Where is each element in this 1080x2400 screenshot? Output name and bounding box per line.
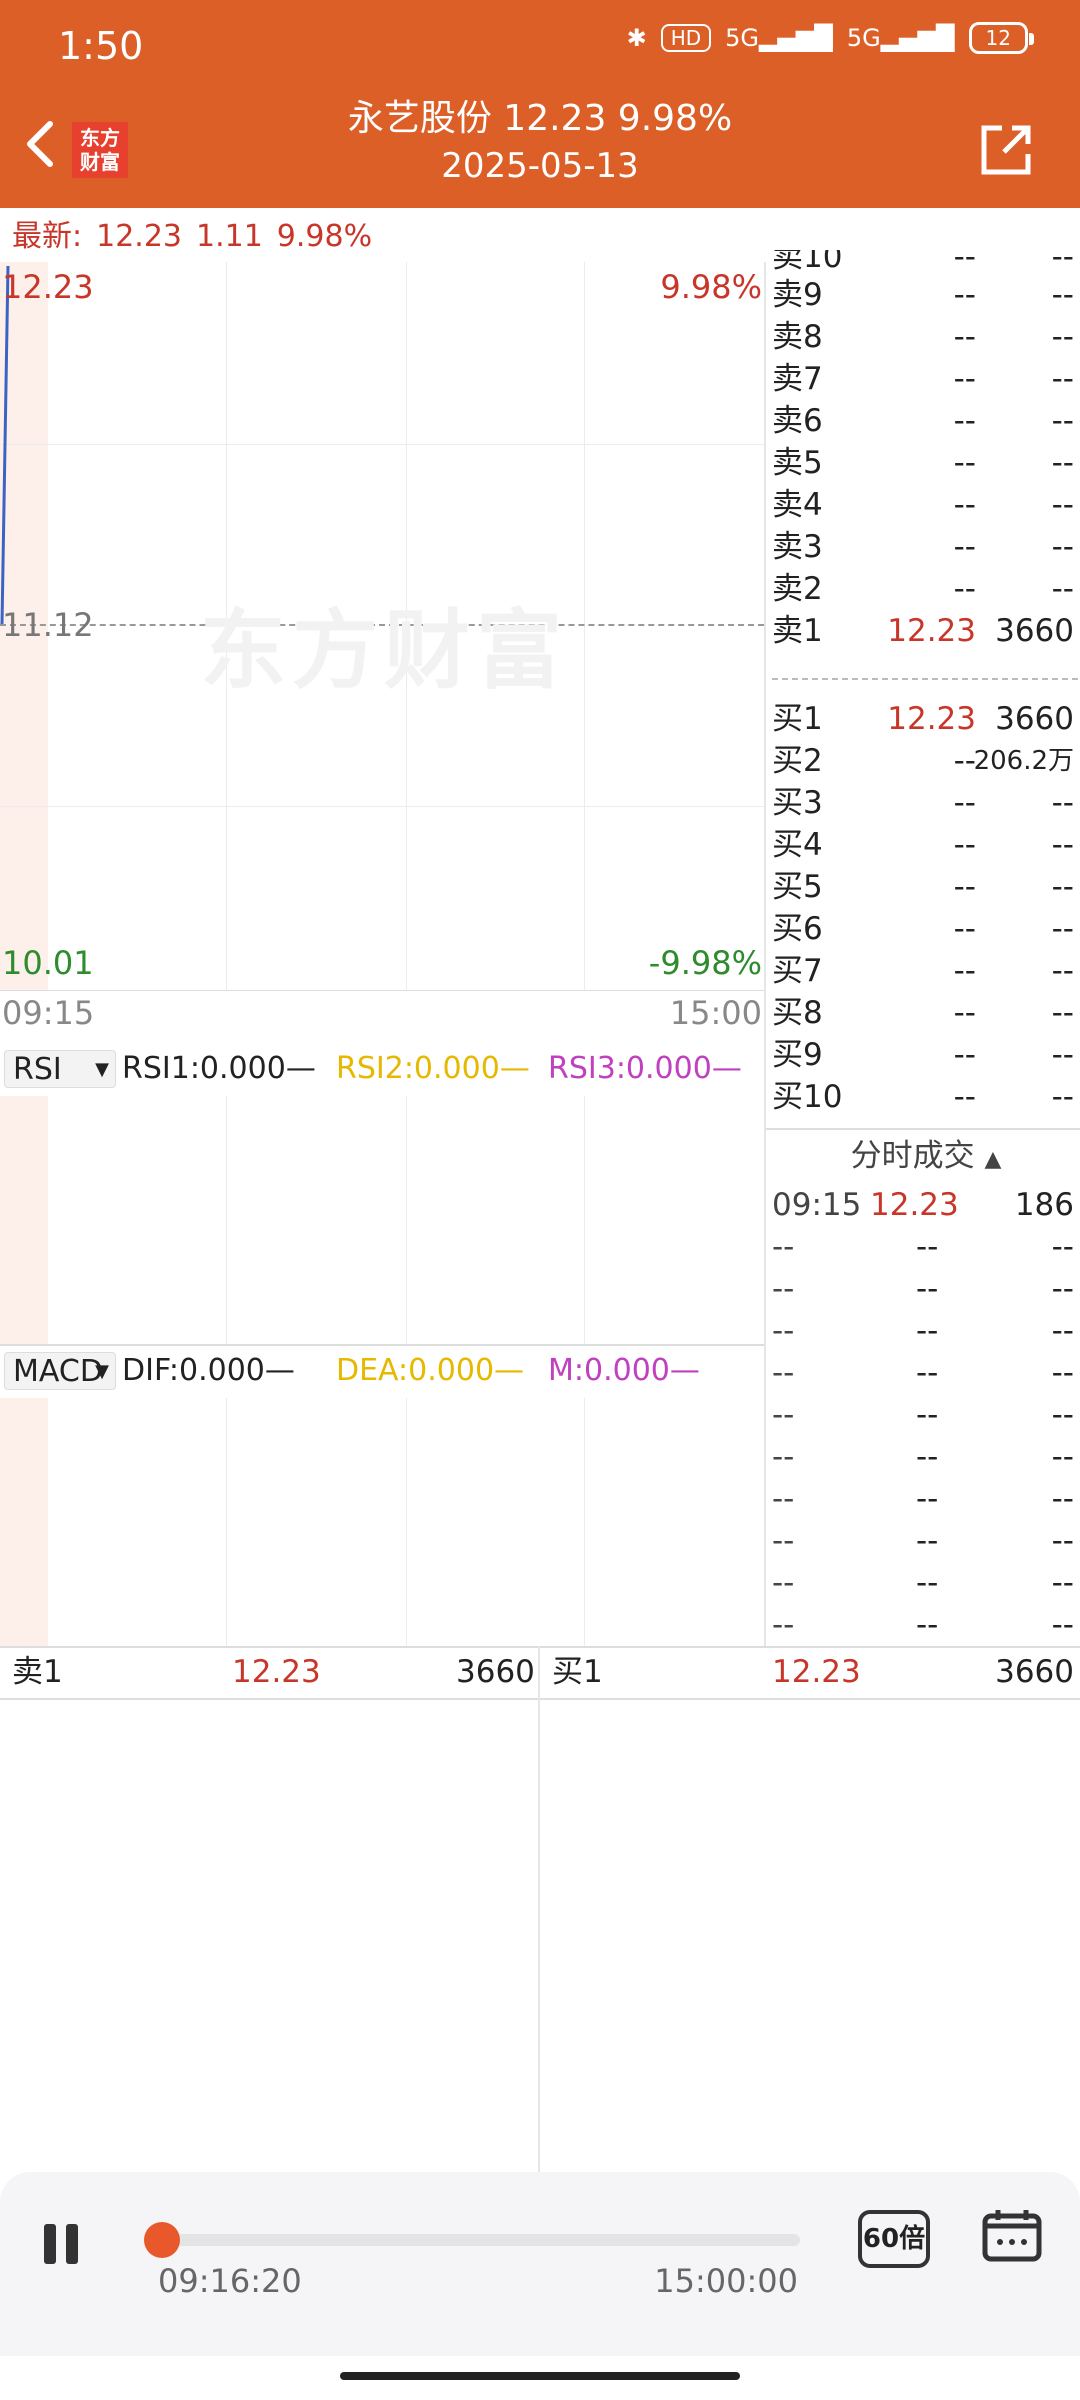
buy-row: 买7 -- -- bbox=[772, 953, 1074, 989]
latest-pct: 9.98% bbox=[276, 219, 373, 254]
rsi2-value: RSI2:0.000— bbox=[336, 1051, 530, 1086]
buy-row: 买4 -- -- bbox=[772, 827, 1074, 863]
trade-row: -- -- -- bbox=[772, 1397, 1074, 1433]
macd-bar: MACD ▼ DIF:0.000— DEA:0.000— M:0.000— bbox=[0, 1346, 764, 1396]
share-icon[interactable] bbox=[976, 120, 1036, 180]
page-title: 永艺股份 12.23 9.98% bbox=[347, 98, 733, 139]
time-axis: 09:15 15:00 bbox=[0, 990, 764, 1036]
best-buy-label: 买1 bbox=[552, 1654, 603, 1690]
trade-row: 09:15 12.23 186 bbox=[772, 1187, 1074, 1223]
macd-panel bbox=[0, 1398, 764, 1648]
hd-badge: HD bbox=[660, 24, 712, 52]
trade-row: -- -- -- bbox=[772, 1229, 1074, 1265]
panel-divider bbox=[764, 262, 766, 1646]
buy-row: 买2 -- 206.2万 bbox=[772, 743, 1074, 779]
best-quote-row: 卖1 12.23 3660 买1 12.23 3660 bbox=[0, 1646, 1080, 1700]
buy-book: 买1 12.23 3660 买2 -- 206.2万 买3 -- -- 买4 -- -- 买5-… bbox=[772, 698, 1080, 1118]
latest-quote: 最新: 12.23 1.11 9.98% bbox=[12, 210, 386, 264]
rsi3-value: RSI3:0.000— bbox=[548, 1051, 742, 1086]
title-bar: 东方财富 永艺股份 12.23 9.98% 2025-05-13 bbox=[0, 96, 1080, 208]
intraday-chart[interactable]: 东方财富 12.23 9.98% 11.12 10.01 -9.98% bbox=[0, 262, 764, 991]
buy-row: 买3 -- -- bbox=[772, 785, 1074, 821]
trade-row: -- -- -- bbox=[772, 1481, 1074, 1517]
axis-low-pct: -9.98% bbox=[648, 944, 762, 982]
trades-title[interactable]: 分时成交 ▲ bbox=[772, 1130, 1080, 1175]
sell-row: 卖6 -- -- bbox=[772, 403, 1074, 439]
buy-row: 买10 -- -- bbox=[772, 1079, 1074, 1115]
sell-row: 卖5 -- -- bbox=[772, 445, 1074, 481]
home-indicator[interactable] bbox=[340, 2372, 740, 2380]
replay-player: 09:16:20 15:00:00 60倍 bbox=[0, 2172, 1080, 2356]
buy-row-1: 买1 12.23 3660 bbox=[772, 701, 1074, 737]
sort-up-icon: ▲ bbox=[984, 1147, 1002, 1172]
buy-row: 买9 -- -- bbox=[772, 1037, 1074, 1073]
sell-book: 卖10 -- -- 卖9 -- -- 卖8 -- -- 卖7 -- -- 卖6 -- -- 卖5 --… bbox=[772, 250, 1080, 652]
latest-label: 最新: bbox=[12, 219, 83, 254]
sell-row: 卖9 -- -- bbox=[772, 277, 1074, 313]
rsi1-value: RSI1:0.000— bbox=[122, 1051, 316, 1086]
rsi-panel bbox=[0, 1096, 764, 1346]
trade-row: -- -- -- bbox=[772, 1523, 1074, 1559]
best-sell-label: 卖1 bbox=[12, 1654, 63, 1690]
end-time: 15:00:00 bbox=[654, 2262, 798, 2300]
app-header: 1:50 ✱ HD 5G▂▄▆█ 5G▂▄▆█ 12 东方财富 永艺股份 12.… bbox=[0, 0, 1080, 208]
best-sell-price: 12.23 bbox=[232, 1654, 321, 1690]
dif-value: DIF:0.000— bbox=[122, 1353, 295, 1388]
speed-button[interactable]: 60倍 bbox=[858, 2210, 930, 2268]
best-buy-vol: 3660 bbox=[995, 1654, 1074, 1690]
current-time: 09:16:20 bbox=[158, 2262, 302, 2300]
page-date: 2025-05-13 bbox=[441, 146, 639, 186]
sell-row: 卖3 -- -- bbox=[772, 529, 1074, 565]
latest-change: 1.11 bbox=[196, 219, 263, 254]
trade-row: -- -- -- bbox=[772, 1607, 1074, 1643]
axis-high: 12.23 bbox=[2, 268, 94, 306]
signal-5g-icon-2: 5G▂▄▆█ bbox=[846, 24, 955, 52]
trade-row: -- -- -- bbox=[772, 1439, 1074, 1475]
time-end: 15:00 bbox=[669, 994, 762, 1032]
sell-row: 卖8 -- -- bbox=[772, 319, 1074, 355]
axis-low: 10.01 bbox=[2, 944, 94, 982]
trade-row: -- -- -- bbox=[772, 1313, 1074, 1349]
signal-5g-icon: 5G▂▄▆█ bbox=[725, 24, 833, 52]
latest-price: 12.23 bbox=[96, 219, 182, 254]
watermark: 东方财富 bbox=[200, 601, 568, 701]
buy-row: 买5 -- -- bbox=[772, 869, 1074, 905]
dea-value: DEA:0.000— bbox=[336, 1353, 525, 1388]
m-value: M:0.000— bbox=[548, 1353, 700, 1388]
trade-row: -- -- -- bbox=[772, 1565, 1074, 1601]
battery-indicator: 12 bbox=[968, 22, 1035, 54]
bluetooth-icon: ✱ bbox=[626, 24, 647, 52]
best-buy-price: 12.23 bbox=[772, 1654, 861, 1690]
trade-row: -- -- -- bbox=[772, 1355, 1074, 1391]
book-separator bbox=[772, 678, 1078, 680]
pause-button[interactable] bbox=[44, 2224, 88, 2272]
status-icons: ✱ HD 5G▂▄▆█ 5G▂▄▆█ 12 bbox=[626, 22, 1035, 54]
status-bar: 1:50 ✱ HD 5G▂▄▆█ 5G▂▄▆█ 12 bbox=[0, 0, 1080, 96]
bottom-divider bbox=[538, 1646, 540, 2172]
progress-knob[interactable] bbox=[144, 2222, 180, 2258]
status-time: 1:50 bbox=[58, 24, 144, 68]
sell-row: 卖4 -- -- bbox=[772, 487, 1074, 523]
trade-row: -- -- -- bbox=[772, 1271, 1074, 1307]
axis-mid: 11.12 bbox=[2, 606, 94, 644]
sell-row: 卖2 -- -- bbox=[772, 571, 1074, 607]
progress-track[interactable] bbox=[160, 2234, 800, 2246]
rsi-bar: RSI ▼ RSI1:0.000— RSI2:0.000— RSI3:0.000— bbox=[0, 1044, 764, 1094]
axis-high-pct: 9.98% bbox=[660, 268, 762, 306]
rsi-selector[interactable]: RSI ▼ bbox=[4, 1050, 116, 1088]
sell-row-1: 卖1 12.23 3660 bbox=[772, 613, 1074, 649]
macd-selector[interactable]: MACD ▼ bbox=[4, 1352, 116, 1390]
grid-hline bbox=[0, 444, 764, 445]
buy-row: 买8 -- -- bbox=[772, 995, 1074, 1031]
buy-row: 买6 -- -- bbox=[772, 911, 1074, 947]
grid-hline bbox=[0, 806, 764, 807]
sell-row: 卖7 -- -- bbox=[772, 361, 1074, 397]
time-start: 09:15 bbox=[2, 994, 95, 1032]
grid-vline bbox=[584, 262, 585, 990]
sell-row-10: 卖10 -- -- bbox=[772, 250, 1074, 274]
trades-list: 09:15 12.23 186 -- -- -- -- -- -- -- -- -- -- -- -… bbox=[772, 1184, 1080, 1646]
best-sell-vol: 3660 bbox=[456, 1654, 535, 1690]
calendar-icon[interactable] bbox=[982, 2208, 1042, 2262]
